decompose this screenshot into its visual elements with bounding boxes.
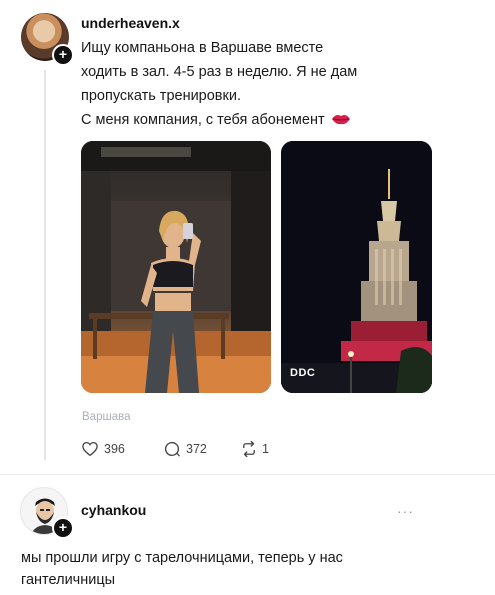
post-text-line-content: С меня компания, с тебя абонемент: [81, 112, 325, 128]
reply-text-line: гантеличницы: [21, 572, 116, 588]
comment-icon[interactable]: [163, 440, 181, 458]
post-text-line: Ищу компаньона в Варшаве вместе: [81, 40, 324, 56]
photo-watermark: DDC: [290, 367, 316, 379]
post-photo-gym-selfie[interactable]: [81, 141, 271, 393]
location-tag[interactable]: Варшава: [82, 411, 130, 423]
comments-count: 372: [186, 442, 207, 456]
post-text-line: ходить в зал. 4-5 раз в неделю. Я не дам: [81, 64, 358, 80]
post-photo-palace-night[interactable]: [281, 141, 432, 393]
reply-username[interactable]: cyhankou: [81, 502, 146, 518]
follow-plus-icon[interactable]: +: [52, 44, 74, 66]
divider: [0, 474, 495, 475]
author-username[interactable]: underheaven.x: [81, 15, 180, 31]
repost-icon[interactable]: [240, 440, 258, 458]
reposts-count: 1: [262, 442, 269, 456]
likes-count: 396: [104, 442, 125, 456]
lips-emoji-icon: [331, 115, 350, 125]
heart-icon[interactable]: [81, 440, 99, 458]
post-text-line: пропускать тренировки.: [81, 88, 241, 104]
post-text-line: С меня компания, с тебя абонемент: [81, 108, 351, 132]
more-icon[interactable]: ···: [397, 503, 414, 519]
palace-night-illustration: [281, 141, 432, 393]
gym-selfie-illustration: [81, 141, 271, 393]
reply-text-line: мы прошли игру с тарелочницами, теперь у…: [21, 550, 343, 566]
thread-line: [44, 70, 46, 460]
follow-plus-icon[interactable]: +: [52, 517, 74, 539]
